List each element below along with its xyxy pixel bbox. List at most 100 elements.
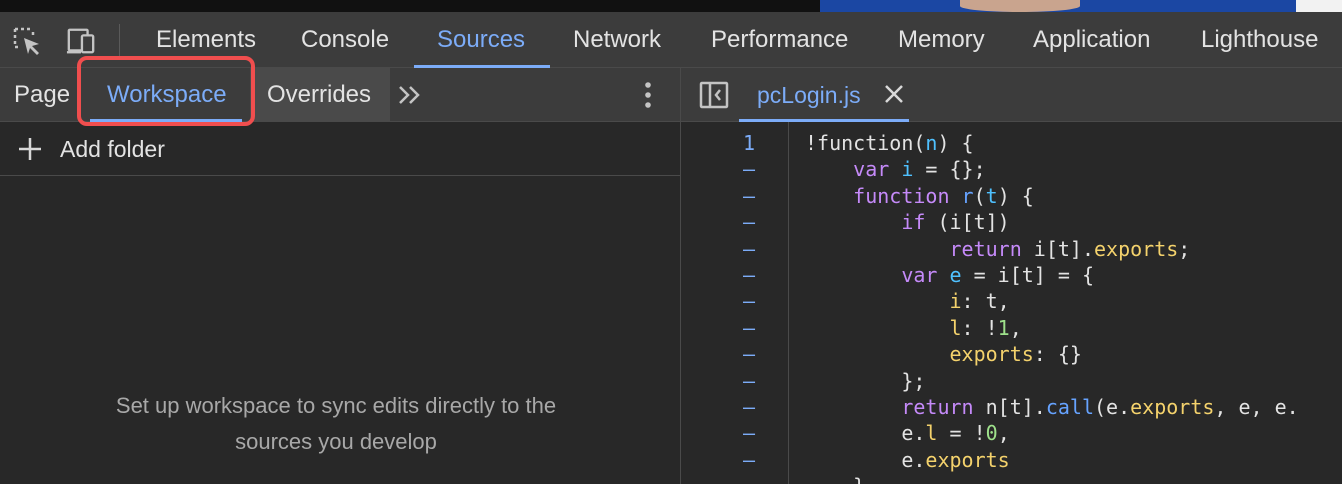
line-marker[interactable]: –: [681, 262, 755, 288]
line-marker[interactable]: –: [681, 394, 755, 420]
code-token: ) {: [997, 183, 1034, 208]
code-token: }: [805, 474, 865, 484]
code-token: i[t].: [1021, 236, 1094, 261]
code-content: !function(n) { var i = {}; function r(t)…: [805, 130, 1299, 484]
toolbar-divider: [119, 24, 120, 56]
line-marker[interactable]: –: [681, 420, 755, 446]
inspect-element-icon[interactable]: [12, 26, 42, 56]
tab-application[interactable]: Application: [1033, 12, 1150, 67]
code-token: r: [961, 183, 974, 208]
code-line: return i[t].exports;: [805, 236, 1299, 262]
line-marker[interactable]: –: [681, 288, 755, 314]
line-marker[interactable]: –: [681, 473, 755, 484]
tab-console[interactable]: Console: [301, 12, 389, 67]
code-token: l: [925, 421, 938, 446]
code-token: n[t].: [973, 394, 1046, 419]
code-token: if: [901, 210, 926, 235]
code-token: l: [949, 315, 962, 340]
code-token: var: [853, 157, 890, 182]
tab-page[interactable]: Page: [14, 68, 70, 121]
line-marker[interactable]: –: [681, 183, 755, 209]
code-line: e.exports: [805, 447, 1299, 473]
kebab-menu-icon[interactable]: [644, 81, 652, 109]
code-token: e.: [805, 447, 926, 472]
code-token: n: [925, 131, 938, 155]
code-line: i: t,: [805, 288, 1299, 314]
code-line: }: [805, 473, 1299, 484]
tab-overrides[interactable]: Overrides: [267, 68, 371, 121]
line-marker[interactable]: –: [681, 156, 755, 182]
code-editor-panel: pcLogin.js 1––––––––––––– !function(n) {…: [681, 68, 1342, 484]
tab-performance[interactable]: Performance: [711, 12, 848, 67]
navigator-tabs: Page Workspace Overrides: [0, 56, 680, 126]
code-token: return: [901, 394, 974, 419]
code-token: , e, e.: [1214, 394, 1299, 419]
empty-message-line-2: sources you develop: [235, 429, 437, 454]
editor-tab-bar: pcLogin.js: [681, 68, 1342, 122]
workspace-highlight-box: [77, 56, 255, 126]
code-token: (: [973, 183, 986, 208]
code-line: l: !1,: [805, 315, 1299, 341]
code-area[interactable]: 1––––––––––––– !function(n) { var i = {}…: [681, 122, 1342, 484]
code-token: 0: [985, 421, 998, 446]
line-marker[interactable]: 1: [681, 130, 755, 156]
code-token: ;: [1178, 236, 1191, 261]
code-token: : !: [961, 315, 998, 340]
code-token: 1: [997, 315, 1010, 340]
code-token: function: [853, 183, 950, 208]
code-token: (e.: [1094, 394, 1131, 419]
code-line: !function(n) {: [805, 130, 1299, 156]
line-marker[interactable]: –: [681, 447, 755, 473]
code-line: function r(t) {: [805, 183, 1299, 209]
code-token: ,: [997, 421, 1010, 446]
code-token: : {}: [1033, 342, 1082, 367]
tab-lighthouse[interactable]: Lighthouse: [1201, 12, 1318, 67]
code-token: return: [949, 236, 1022, 261]
device-toolbar-icon[interactable]: [66, 26, 96, 56]
page-banner: [820, 0, 1296, 12]
tab-network[interactable]: Network: [573, 12, 661, 67]
toggle-navigator-icon[interactable]: [699, 80, 729, 110]
tab-memory[interactable]: Memory: [898, 12, 985, 67]
file-tab-pclogin[interactable]: pcLogin.js: [739, 68, 909, 122]
code-token: = {};: [913, 157, 986, 182]
line-marker[interactable]: –: [681, 236, 755, 262]
close-icon[interactable]: [883, 83, 905, 105]
code-token: i: [901, 157, 914, 182]
code-token: e.: [805, 421, 926, 446]
line-marker[interactable]: –: [681, 315, 755, 341]
code-token: exports: [925, 447, 1010, 472]
code-token: call: [1045, 394, 1094, 419]
tab-sources[interactable]: Sources: [437, 12, 525, 67]
page-content-strip: [0, 0, 1342, 12]
code-line: if (i[t]): [805, 209, 1299, 235]
workspace-empty-message: Set up workspace to sync edits directly …: [40, 388, 632, 460]
code-token: i: [949, 289, 962, 314]
code-line: return n[t].call(e.exports, e, e.: [805, 394, 1299, 420]
line-gutter: 1–––––––––––––: [681, 122, 789, 484]
line-marker[interactable]: –: [681, 368, 755, 394]
code-token: exports: [1130, 394, 1215, 419]
line-marker[interactable]: –: [681, 209, 755, 235]
line-marker[interactable]: –: [681, 341, 755, 367]
add-folder-button[interactable]: Add folder: [0, 122, 680, 176]
code-token: e: [949, 262, 962, 287]
code-line: var i = {};: [805, 156, 1299, 182]
code-token: exports: [1094, 236, 1179, 261]
chevron-double-right-icon[interactable]: [396, 80, 424, 110]
code-line: e.l = !0,: [805, 420, 1299, 446]
empty-message-line-1: Set up workspace to sync edits directly …: [115, 393, 557, 418]
code-token: ) {: [937, 131, 974, 155]
code-token: ,: [1009, 315, 1022, 340]
code-token: };: [805, 368, 926, 393]
